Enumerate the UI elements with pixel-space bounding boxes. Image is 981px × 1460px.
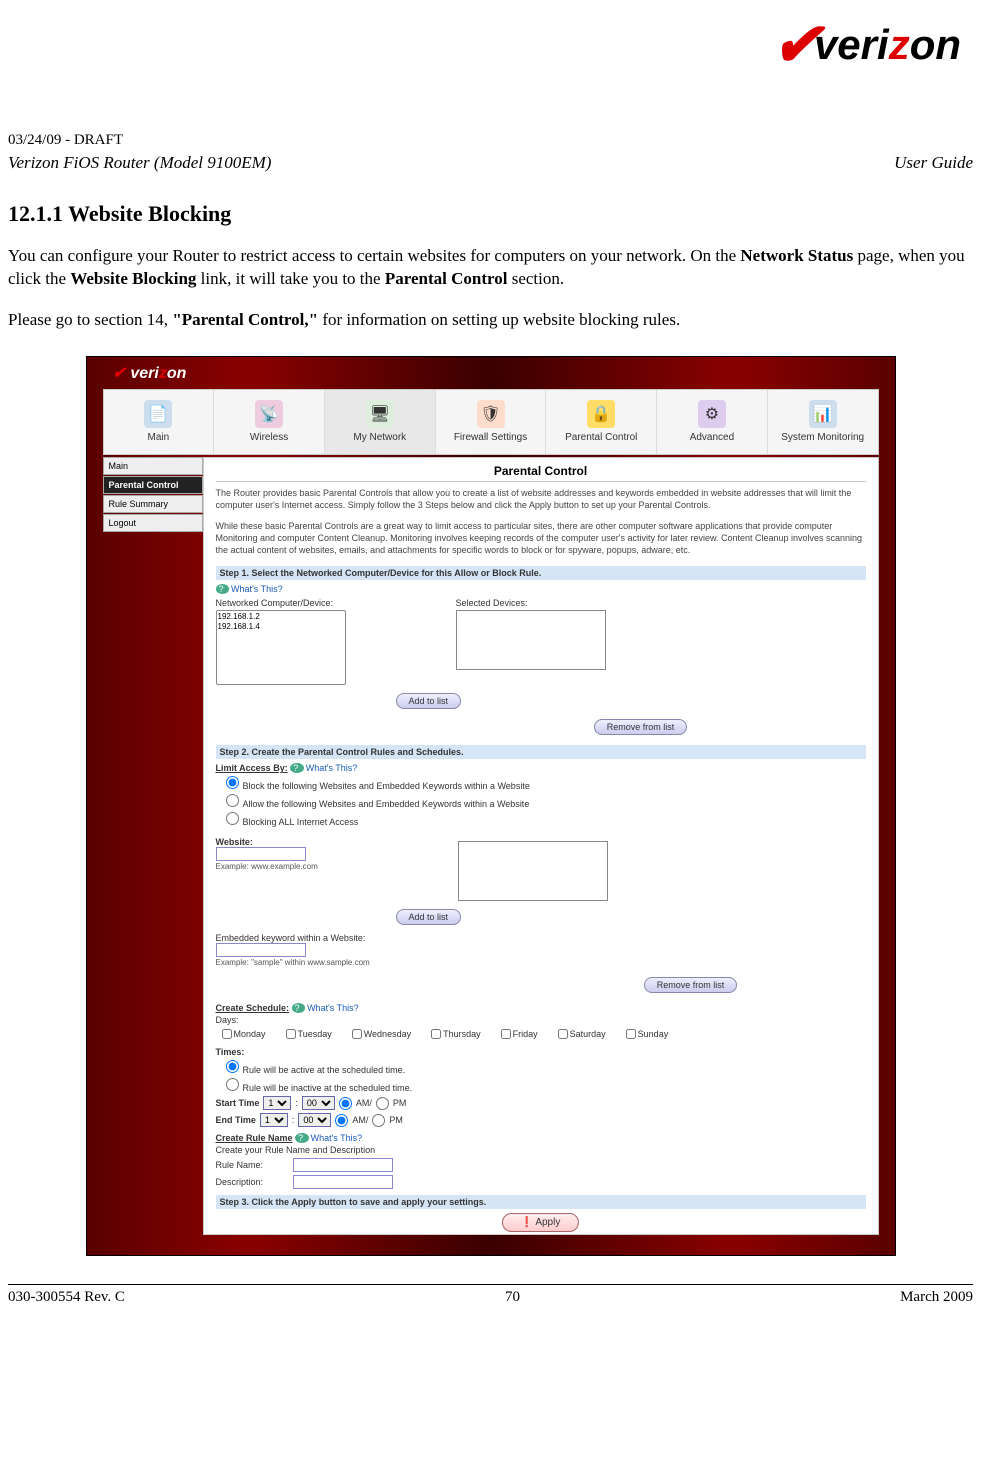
day-tuesday[interactable] (286, 1029, 296, 1039)
doc-type: User Guide (894, 153, 973, 173)
nav-parental[interactable]: 🔒Parental Control (546, 390, 657, 454)
gear-icon: ⚙ (698, 400, 726, 428)
selected-devices-listbox[interactable] (456, 610, 606, 670)
ui-logo: ✔ verizon (103, 357, 879, 389)
nav-advanced[interactable]: ⚙Advanced (657, 390, 768, 454)
draft-header: 03/24/09 - DRAFT (8, 132, 973, 149)
start-min[interactable]: 00 (302, 1096, 335, 1110)
keyword-label: Embedded keyword within a Website: (216, 933, 866, 943)
create-rule-desc: Create your Rule Name and Description (216, 1145, 866, 1155)
intro-text-2: While these basic Parental Controls are … (216, 521, 866, 556)
devices-listbox[interactable]: 192.168.1.2 192.168.1.4 (216, 610, 346, 685)
footer-page: 70 (505, 1289, 520, 1306)
nav-main[interactable]: 📄Main (104, 390, 215, 454)
sidebar-nav: Main Parental Control Rule Summary Logou… (103, 457, 203, 1235)
devices-label: Networked Computer/Device: (216, 598, 346, 608)
lock-icon: 🔒 (587, 400, 615, 428)
rule-name-input[interactable] (293, 1158, 393, 1172)
footer-rev: 030-300554 Rev. C (8, 1289, 125, 1306)
step-1-header: Step 1. Select the Networked Computer/De… (216, 566, 866, 580)
computer-icon: 🖥 (366, 400, 394, 428)
sidebar-parental-control[interactable]: Parental Control (103, 476, 203, 494)
step-2-header: Step 2. Create the Parental Control Rule… (216, 745, 866, 759)
shield-icon: 🛡 (477, 400, 505, 428)
nav-wireless[interactable]: 📡Wireless (214, 390, 325, 454)
end-am[interactable] (335, 1114, 348, 1127)
keyword-example: Example: "sample" within www.sample.com (216, 958, 866, 967)
nav-firewall[interactable]: 🛡Firewall Settings (436, 390, 547, 454)
add-to-list-button[interactable]: Add to list (396, 693, 462, 709)
end-hour[interactable]: 1 (260, 1113, 288, 1127)
website-example: Example: www.example.com (216, 862, 318, 871)
create-rule-name-label: Create Rule Name (216, 1133, 293, 1143)
whats-this-link[interactable]: What's This? (216, 584, 866, 594)
day-wednesday[interactable] (352, 1029, 362, 1039)
product-name: Verizon FiOS Router (Model 9100EM) (8, 153, 271, 173)
radio-inactive-time[interactable] (226, 1078, 239, 1091)
sidebar-rule-summary[interactable]: Rule Summary (103, 495, 203, 513)
remove-website-button[interactable]: Remove from list (644, 977, 738, 993)
router-ui-screenshot: ✔ verizon 📄Main 📡Wireless 🖥My Network 🛡F… (86, 356, 896, 1256)
sidebar-main[interactable]: Main (103, 457, 203, 475)
day-thursday[interactable] (431, 1029, 441, 1039)
add-website-button[interactable]: Add to list (396, 909, 462, 925)
whats-this-link-4[interactable]: What's This? (295, 1133, 362, 1143)
chart-icon: 📊 (809, 400, 837, 428)
start-hour[interactable]: 1 (263, 1096, 291, 1110)
days-row: Monday Tuesday Wednesday Thursday Friday… (222, 1029, 866, 1039)
radio-allow[interactable] (226, 794, 239, 807)
content-panel: Parental Control The Router provides bas… (203, 457, 879, 1235)
step-3-header: Step 3. Click the Apply button to save a… (216, 1195, 866, 1209)
whats-this-link-2[interactable]: What's This? (290, 763, 357, 773)
days-label: Days: (216, 1015, 866, 1025)
footer-date: March 2009 (900, 1289, 973, 1306)
paragraph-1: You can configure your Router to restric… (8, 245, 973, 291)
day-friday[interactable] (501, 1029, 511, 1039)
website-input[interactable] (216, 847, 306, 861)
paragraph-2: Please go to section 14, "Parental Contr… (8, 309, 973, 332)
section-title: 12.1.1 Website Blocking (8, 201, 973, 227)
day-sunday[interactable] (626, 1029, 636, 1039)
description-label: Description: (216, 1177, 264, 1187)
radio-block-all[interactable] (226, 812, 239, 825)
end-pm[interactable] (372, 1114, 385, 1127)
rule-name-label: Rule Name: (216, 1160, 264, 1170)
selected-devices-label: Selected Devices: (456, 598, 606, 608)
create-schedule-label: Create Schedule: (216, 1003, 290, 1013)
top-navigation: 📄Main 📡Wireless 🖥My Network 🛡Firewall Se… (103, 389, 879, 455)
day-saturday[interactable] (558, 1029, 568, 1039)
antenna-icon: 📡 (255, 400, 283, 428)
website-label: Website: (216, 837, 318, 847)
start-pm[interactable] (376, 1097, 389, 1110)
end-time-label: End Time (216, 1115, 256, 1125)
website-list[interactable] (458, 841, 608, 901)
end-min[interactable]: 00 (298, 1113, 331, 1127)
keyword-input[interactable] (216, 943, 306, 957)
radio-active-time[interactable] (226, 1060, 239, 1073)
apply-button[interactable]: ❗ Apply (502, 1213, 580, 1232)
remove-from-list-button[interactable]: Remove from list (594, 719, 688, 735)
sidebar-logout[interactable]: Logout (103, 514, 203, 532)
start-am[interactable] (339, 1097, 352, 1110)
whats-this-link-3[interactable]: What's This? (292, 1003, 359, 1013)
panel-title: Parental Control (216, 464, 866, 482)
nav-monitoring[interactable]: 📊System Monitoring (768, 390, 878, 454)
times-label: Times: (216, 1047, 866, 1057)
day-monday[interactable] (222, 1029, 232, 1039)
page-icon: 📄 (144, 400, 172, 428)
start-time-label: Start Time (216, 1098, 260, 1108)
radio-block[interactable] (226, 776, 239, 789)
intro-text-1: The Router provides basic Parental Contr… (216, 488, 866, 511)
description-input[interactable] (293, 1175, 393, 1189)
brand-logo: ✔ verizon (772, 10, 961, 80)
logo-text: verizon (814, 21, 961, 69)
limit-access-label: Limit Access By: (216, 763, 288, 773)
nav-my-network[interactable]: 🖥My Network (325, 390, 436, 454)
